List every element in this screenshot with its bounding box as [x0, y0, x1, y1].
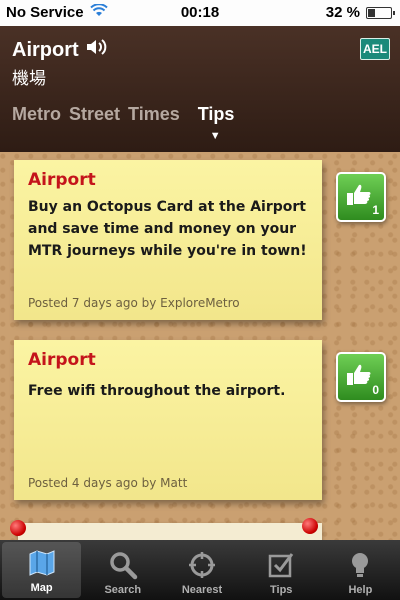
battery-percent: 32 % [325, 4, 360, 21]
search-icon [108, 550, 138, 584]
tabbar-label: Search [104, 584, 142, 596]
tip-title: Airport [28, 350, 96, 370]
tabbar-item-help[interactable]: Help [321, 540, 400, 600]
tab-tips[interactable]: Tips ▼ [197, 104, 235, 142]
station-header: Airport 機場 AEL Metro Street Times Tips ▼ [0, 26, 400, 152]
station-title: Airport [12, 38, 107, 62]
tip-meta: Posted 7 days ago by ExploreMetro [28, 296, 240, 310]
station-name: Airport [12, 38, 79, 61]
tabbar-label: Nearest [181, 584, 223, 596]
tabbar-label: Map [30, 582, 53, 594]
tip-card: Airport Buy an Octopus Card at the Airpo… [14, 160, 322, 320]
tabbar-item-nearest[interactable]: Nearest [162, 540, 241, 600]
tip-card-partial [18, 523, 322, 540]
tip-body: Buy an Octopus Card at the Airport and s… [28, 199, 307, 259]
lightbulb-icon [345, 550, 375, 584]
speaker-icon[interactable] [85, 38, 107, 62]
tabbar-label: Tips [270, 584, 293, 596]
like-button[interactable]: 0 [336, 352, 386, 402]
tabbar-item-search[interactable]: Search [83, 540, 162, 600]
pushpin-icon [302, 518, 318, 534]
pushpin-icon [10, 520, 26, 536]
tabbar-label: Help [348, 584, 373, 596]
map-icon [27, 548, 57, 582]
crosshair-icon [187, 550, 217, 584]
tip-title: Airport [28, 170, 96, 190]
tab-street[interactable]: Street [69, 104, 120, 125]
battery-fill [368, 8, 376, 17]
like-button[interactable]: 1 [336, 172, 386, 222]
thumbs-up-icon [346, 183, 372, 213]
status-right: 32 % [325, 4, 395, 21]
checklist-icon [266, 550, 296, 584]
tab-times[interactable]: Times [128, 104, 180, 125]
tip-meta: Posted 4 days ago by Matt [28, 476, 188, 490]
like-count: 1 [372, 203, 379, 217]
status-bar: No Service 00:18 32 % [0, 0, 400, 26]
bottom-tab-bar: Map Search Nearest Tips Help [0, 540, 400, 600]
battery-icon [366, 6, 395, 19]
tabbar-item-map[interactable]: Map [2, 542, 82, 598]
thumbs-up-icon [346, 363, 372, 393]
tabbar-item-tips[interactable]: Tips [242, 540, 321, 600]
station-tabs: Metro Street Times Tips ▼ [12, 104, 242, 142]
line-badge[interactable]: AEL [360, 38, 390, 60]
tab-tips-label: Tips [197, 104, 235, 124]
like-count: 0 [372, 383, 379, 397]
tip-card: Airport Free wifi throughout the airport… [14, 340, 322, 500]
tip-body: Free wifi throughout the airport. [28, 383, 286, 399]
tips-board[interactable]: Airport Buy an Octopus Card at the Airpo… [0, 152, 400, 540]
active-tab-indicator-icon: ▼ [209, 130, 221, 142]
tab-metro[interactable]: Metro [12, 104, 61, 125]
station-name-chinese: 機場 [12, 69, 46, 88]
